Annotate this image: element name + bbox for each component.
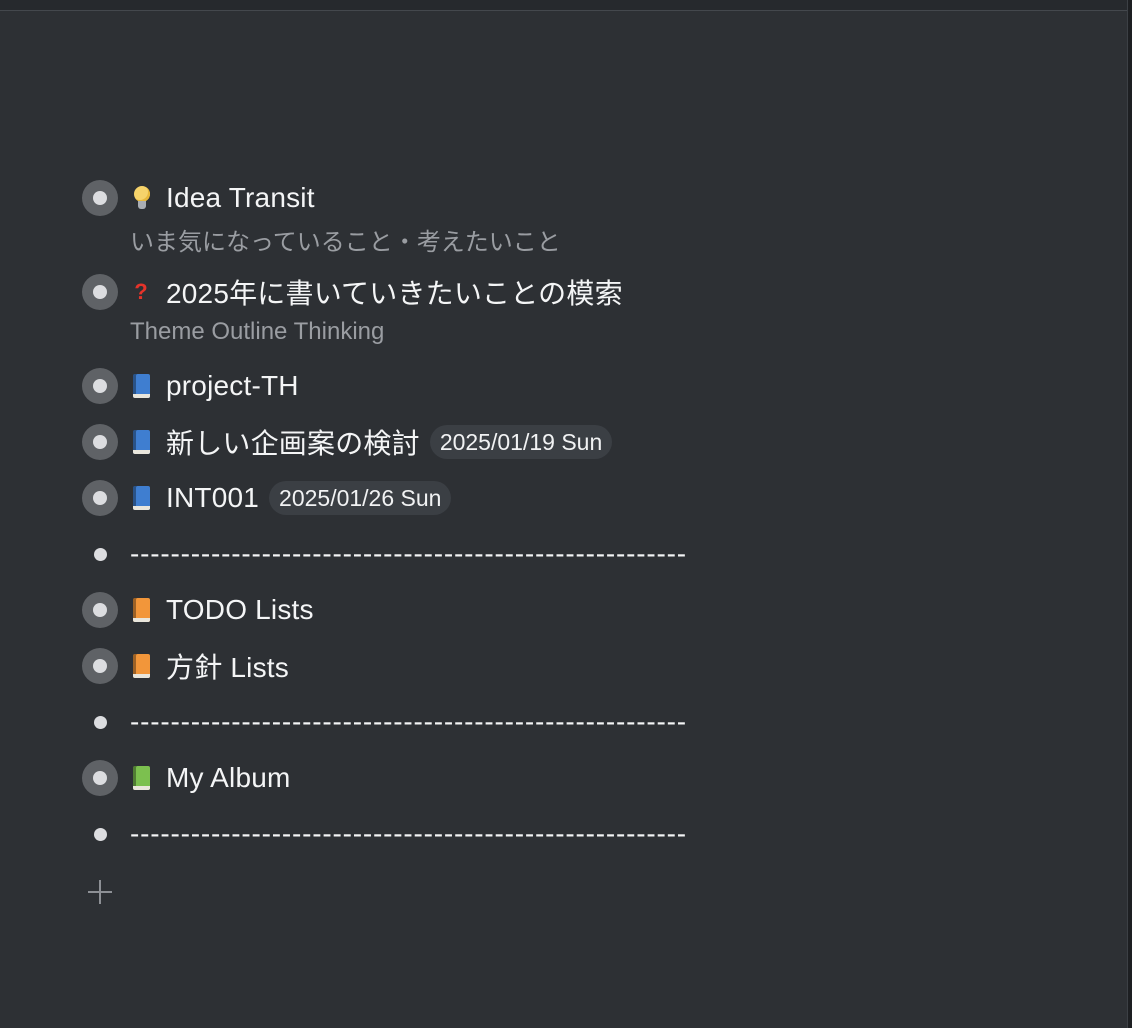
- blue-book-icon: [130, 373, 152, 399]
- date-chip[interactable]: 2025/01/19 Sun: [429, 425, 613, 459]
- item-title[interactable]: 2025年に書いていきたいことの模索: [166, 272, 623, 312]
- outline-item-policy-lists[interactable]: 方針 Lists: [82, 646, 1062, 686]
- collapsed-bullet[interactable]: [82, 424, 118, 460]
- top-toolbar: [0, 0, 1128, 11]
- green-book-icon: [130, 765, 152, 791]
- outline-item-separator[interactable]: ----------------------------------------…: [82, 534, 1062, 574]
- outline-item-separator[interactable]: ----------------------------------------…: [82, 702, 1062, 742]
- date-chip[interactable]: 2025/01/26 Sun: [269, 481, 452, 515]
- outline-item-separator[interactable]: ----------------------------------------…: [82, 814, 1062, 854]
- blue-book-icon: [130, 485, 152, 511]
- collapsed-bullet[interactable]: [82, 274, 118, 310]
- collapsed-bullet[interactable]: [82, 648, 118, 684]
- add-item-button[interactable]: [86, 878, 114, 906]
- item-title[interactable]: TODO Lists: [166, 594, 314, 626]
- bullet[interactable]: [82, 536, 118, 572]
- outline-item-idea-transit[interactable]: Idea Transit: [82, 178, 1062, 218]
- orange-book-icon: [130, 653, 152, 679]
- collapsed-bullet[interactable]: [82, 760, 118, 796]
- blue-book-icon: [130, 429, 152, 455]
- outline-item-my-album[interactable]: My Album: [82, 758, 1062, 798]
- item-title[interactable]: project-TH: [166, 370, 299, 402]
- item-note[interactable]: Theme Outline Thinking: [130, 318, 384, 346]
- separator-text[interactable]: ----------------------------------------…: [130, 706, 687, 738]
- orange-book-icon: [130, 597, 152, 623]
- outline-item-todo-lists[interactable]: TODO Lists: [82, 590, 1062, 630]
- outline-item-int001[interactable]: INT001 2025/01/26 Sun: [82, 478, 1062, 518]
- item-note[interactable]: いま気になっていること・考えたいこと: [130, 222, 561, 257]
- item-title[interactable]: INT001: [166, 482, 259, 514]
- collapsed-bullet[interactable]: [82, 180, 118, 216]
- outline-item-new-plan[interactable]: 新しい企画案の検討 2025/01/19 Sun: [82, 422, 1062, 462]
- bullet[interactable]: [82, 816, 118, 852]
- red-question-mark-icon: ?: [134, 279, 148, 304]
- item-title[interactable]: 新しい企画案の検討: [166, 422, 420, 462]
- item-title[interactable]: 方針 Lists: [166, 646, 289, 686]
- bullet[interactable]: [82, 704, 118, 740]
- collapsed-bullet[interactable]: [82, 368, 118, 404]
- collapsed-bullet[interactable]: [82, 592, 118, 628]
- outline-item-project-th[interactable]: project-TH: [82, 366, 1062, 406]
- item-title[interactable]: My Album: [166, 762, 291, 794]
- collapsed-bullet[interactable]: [82, 480, 118, 516]
- separator-text[interactable]: ----------------------------------------…: [130, 538, 687, 570]
- right-panel-edge: [1127, 0, 1132, 1028]
- outline-item-2025-themes[interactable]: ? 2025年に書いていきたいことの模索: [82, 272, 1062, 312]
- lightbulb-icon: [130, 185, 152, 211]
- item-title[interactable]: Idea Transit: [166, 182, 315, 214]
- separator-text[interactable]: ----------------------------------------…: [130, 818, 687, 850]
